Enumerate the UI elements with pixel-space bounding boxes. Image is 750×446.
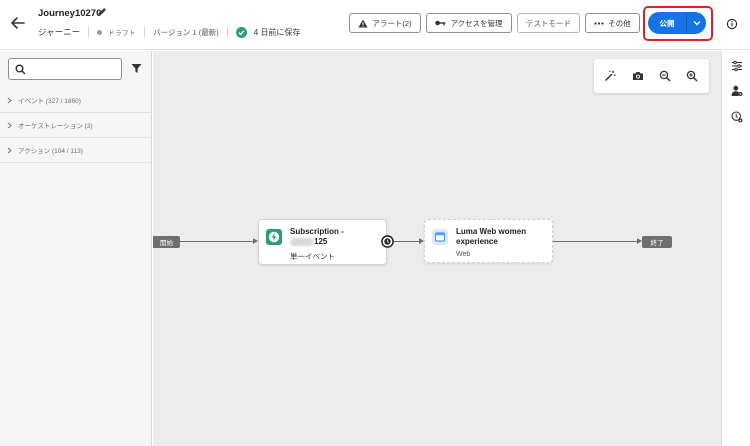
status-dot bbox=[97, 29, 103, 35]
ellipsis-icon bbox=[594, 21, 604, 25]
publish-split-button[interactable]: 公開 bbox=[648, 12, 706, 34]
test-mode-label: テストモード bbox=[526, 18, 571, 28]
manage-access-label: アクセスを管理 bbox=[450, 18, 503, 28]
end-label: 終了 bbox=[642, 236, 672, 248]
journey-title: Journey10270 bbox=[38, 8, 102, 19]
activity-palette: イベント (327 / 1860) オーケストレーション (3) アクション (… bbox=[0, 51, 152, 446]
node-title-line1: Luma Web women bbox=[456, 227, 527, 236]
node-subtitle: 単一イベント bbox=[290, 252, 335, 261]
start-label: 開始 bbox=[153, 236, 180, 248]
save-status: 4 日前に保存 bbox=[235, 26, 301, 38]
checkmark-icon bbox=[235, 26, 247, 38]
category-label: アクション (104 / 113) bbox=[18, 148, 83, 155]
chevron-right-icon bbox=[7, 97, 12, 104]
node-title-line2: 125 bbox=[314, 237, 328, 246]
chevron-down-icon[interactable] bbox=[687, 20, 706, 26]
info-icon[interactable] bbox=[726, 18, 738, 30]
divider bbox=[226, 27, 228, 37]
filter-icon[interactable] bbox=[131, 63, 142, 74]
node-title-line1: Subscription - bbox=[290, 227, 344, 236]
user-settings-icon[interactable] bbox=[731, 85, 743, 97]
node-title: Luma Web women experience bbox=[456, 227, 526, 247]
alerts-label: アラート(2) bbox=[372, 18, 412, 28]
category-orchestration[interactable]: オーケストレーション (3) bbox=[0, 113, 152, 138]
alerts-button[interactable]: アラート(2) bbox=[349, 13, 421, 33]
magic-wand-icon[interactable] bbox=[604, 70, 616, 82]
more-button[interactable]: その他 bbox=[585, 13, 640, 33]
node-title-line2: experience bbox=[456, 237, 498, 246]
category-events[interactable]: イベント (327 / 1860) bbox=[0, 88, 152, 113]
right-rail bbox=[721, 51, 750, 446]
connector-line bbox=[394, 241, 419, 242]
node-title: Subscription - 125 bbox=[290, 227, 344, 247]
web-page-icon bbox=[432, 229, 448, 245]
event-node-subscription[interactable]: Subscription - 125 単一イベント bbox=[258, 219, 387, 265]
back-arrow-icon[interactable] bbox=[9, 14, 27, 32]
properties-sliders-icon[interactable] bbox=[731, 60, 743, 72]
camera-icon[interactable] bbox=[632, 70, 644, 82]
divider bbox=[88, 27, 90, 37]
category-label: イベント (327 / 1860) bbox=[18, 98, 81, 105]
chevron-right-icon bbox=[7, 122, 12, 129]
category-actions[interactable]: アクション (104 / 113) bbox=[0, 138, 152, 163]
chevron-right-icon bbox=[7, 147, 12, 154]
canvas-toolbar bbox=[594, 59, 709, 93]
action-node-web[interactable]: Luma Web women experience Web bbox=[424, 219, 553, 263]
divider bbox=[144, 27, 146, 37]
version-label: バージョン 1 (最新) bbox=[153, 27, 219, 37]
pencil-icon[interactable] bbox=[96, 6, 108, 18]
search-icon bbox=[15, 64, 26, 75]
journey-type-label: ジャーニー bbox=[38, 27, 81, 37]
redacted-text bbox=[290, 237, 314, 246]
saved-text: 4 日前に保存 bbox=[253, 27, 301, 37]
node-subtitle: Web bbox=[456, 251, 471, 258]
journey-meta: ジャーニー ドラフト バージョン 1 (最新) 4 日前に保存 bbox=[38, 26, 300, 38]
manage-access-button[interactable]: アクセスを管理 bbox=[426, 13, 512, 33]
key-icon bbox=[435, 19, 446, 27]
app-header: Journey10270 ジャーニー ドラフト バージョン 1 (最新) 4 日… bbox=[0, 0, 750, 50]
event-lightning-icon bbox=[266, 229, 282, 245]
search-field[interactable] bbox=[8, 58, 122, 80]
category-label: オーケストレーション (3) bbox=[18, 123, 93, 130]
clock-settings-icon[interactable] bbox=[731, 111, 743, 123]
warning-icon bbox=[358, 19, 369, 28]
publish-button-label[interactable]: 公開 bbox=[648, 18, 686, 29]
test-mode-button[interactable]: テストモード bbox=[517, 13, 580, 33]
status-text: ドラフト bbox=[108, 30, 137, 37]
journey-canvas[interactable]: 開始 Subscription - 125 単一イベント Luma Web wo… bbox=[153, 51, 721, 446]
more-label: その他 bbox=[608, 18, 631, 28]
zoom-out-icon[interactable] bbox=[659, 70, 671, 82]
clock-icon[interactable] bbox=[381, 235, 394, 248]
connector-line bbox=[553, 241, 637, 242]
connector-line bbox=[180, 241, 253, 242]
zoom-in-icon[interactable] bbox=[686, 70, 698, 82]
